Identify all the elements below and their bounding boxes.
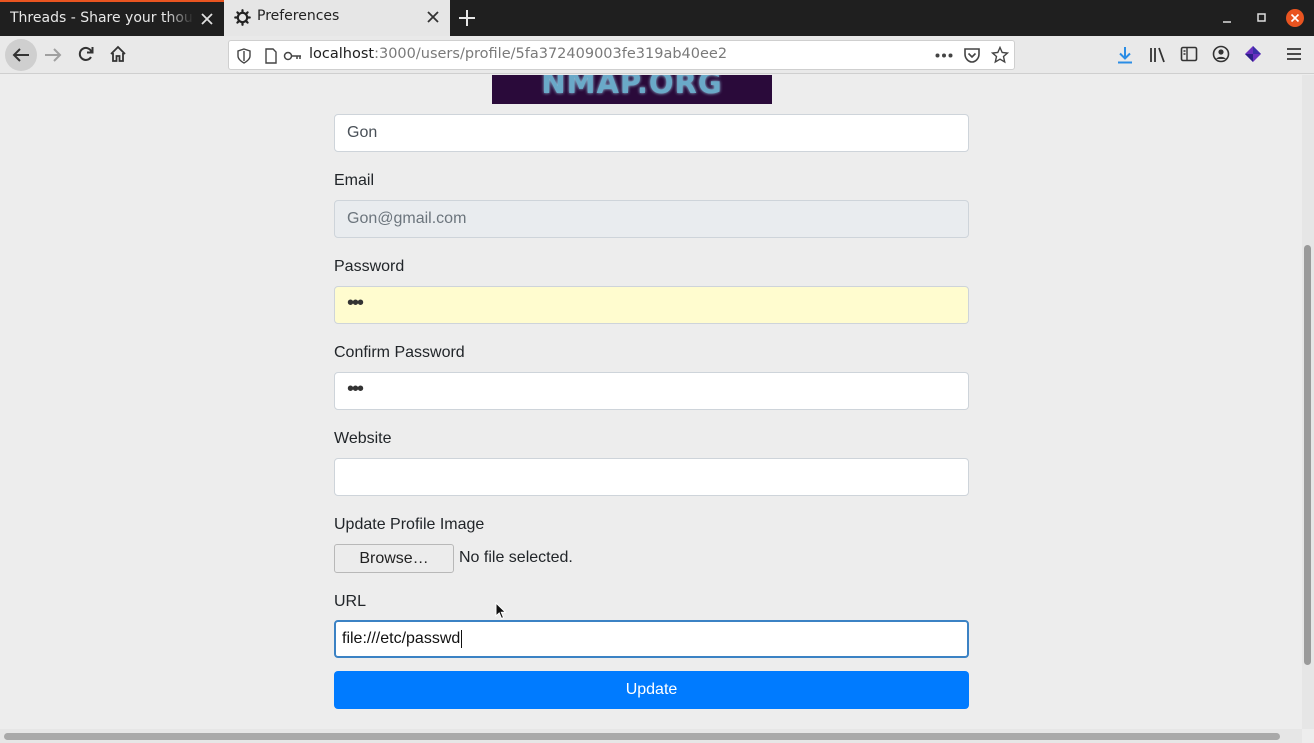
email-input[interactable]: Gon@gmail.com <box>334 200 969 238</box>
sidebar-icon[interactable] <box>1180 45 1198 63</box>
profile-image: NMAP.ORG <box>492 75 772 104</box>
banner-text: NMAP.ORG <box>541 75 723 100</box>
browse-button[interactable]: Browse… <box>334 544 454 573</box>
url-input[interactable]: file:///etc/passwd <box>334 620 969 658</box>
menu-icon[interactable] <box>1285 46 1303 62</box>
name-input[interactable]: Gon <box>334 114 969 152</box>
tab-threads[interactable]: Threads - Share your thoughts <box>0 0 224 36</box>
horizontal-scroll-thumb[interactable] <box>4 733 1280 740</box>
new-tab-icon[interactable] <box>456 7 478 29</box>
page-icon[interactable] <box>264 48 278 64</box>
extension-icon[interactable] <box>1243 44 1263 64</box>
mouse-cursor-icon <box>495 602 507 620</box>
page-content: NMAP.ORG Gon Email Gon@gmail.com Passwor… <box>0 75 1302 729</box>
password-input[interactable]: ••• <box>334 286 969 324</box>
close-window-icon[interactable] <box>1285 8 1305 28</box>
vertical-scroll-thumb[interactable] <box>1304 245 1311 665</box>
account-icon[interactable] <box>1212 45 1230 63</box>
profile-image-label: Update Profile Image <box>334 516 485 533</box>
tab-preferences[interactable]: Preferences <box>224 0 450 36</box>
password-label: Password <box>334 258 405 275</box>
confirm-password-input[interactable]: ••• <box>334 372 969 410</box>
back-button[interactable] <box>5 39 37 71</box>
reload-icon[interactable] <box>76 44 96 64</box>
horizontal-scrollbar[interactable] <box>0 729 1302 743</box>
email-label: Email <box>334 172 375 189</box>
confirm-password-label: Confirm Password <box>334 344 465 361</box>
tab-title: Preferences <box>257 8 340 24</box>
restore-icon[interactable] <box>1251 8 1271 28</box>
nav-toolbar: localhost:3000/users/profile/5fa37240900… <box>0 36 1314 74</box>
shield-icon[interactable] <box>237 48 251 64</box>
tab-title: Threads - Share your thoughts <box>10 10 194 26</box>
url-host: localhost <box>309 46 375 62</box>
text-caret <box>461 629 463 648</box>
key-icon[interactable] <box>283 49 303 63</box>
star-icon[interactable] <box>991 46 1009 64</box>
url-bar[interactable]: localhost:3000/users/profile/5fa37240900… <box>228 40 1015 70</box>
website-label: Website <box>334 430 392 447</box>
more-actions-icon[interactable] <box>935 53 953 58</box>
gear-icon <box>234 9 251 26</box>
pocket-icon[interactable] <box>963 47 981 64</box>
minimize-icon[interactable] <box>1217 8 1237 28</box>
url-path: :3000/users/profile/5fa372409003fe319ab4… <box>374 46 728 62</box>
close-tab-icon[interactable] <box>199 11 215 27</box>
tab-strip: Threads - Share your thoughts Preference… <box>0 0 1314 36</box>
file-status: No file selected. <box>459 549 573 566</box>
vertical-scrollbar[interactable] <box>1302 75 1314 729</box>
update-button[interactable]: Update <box>334 671 969 709</box>
url-text[interactable]: localhost:3000/users/profile/5fa37240900… <box>309 46 727 62</box>
library-icon[interactable] <box>1148 45 1168 65</box>
url-label: URL <box>334 593 367 610</box>
url-input-value: file:///etc/passwd <box>342 630 461 647</box>
close-tab-icon[interactable] <box>425 9 441 25</box>
download-icon[interactable] <box>1116 45 1134 65</box>
website-input[interactable] <box>334 458 969 496</box>
home-icon[interactable] <box>108 44 128 64</box>
back-arrow-icon <box>12 48 29 62</box>
forward-arrow-icon[interactable] <box>42 45 64 65</box>
